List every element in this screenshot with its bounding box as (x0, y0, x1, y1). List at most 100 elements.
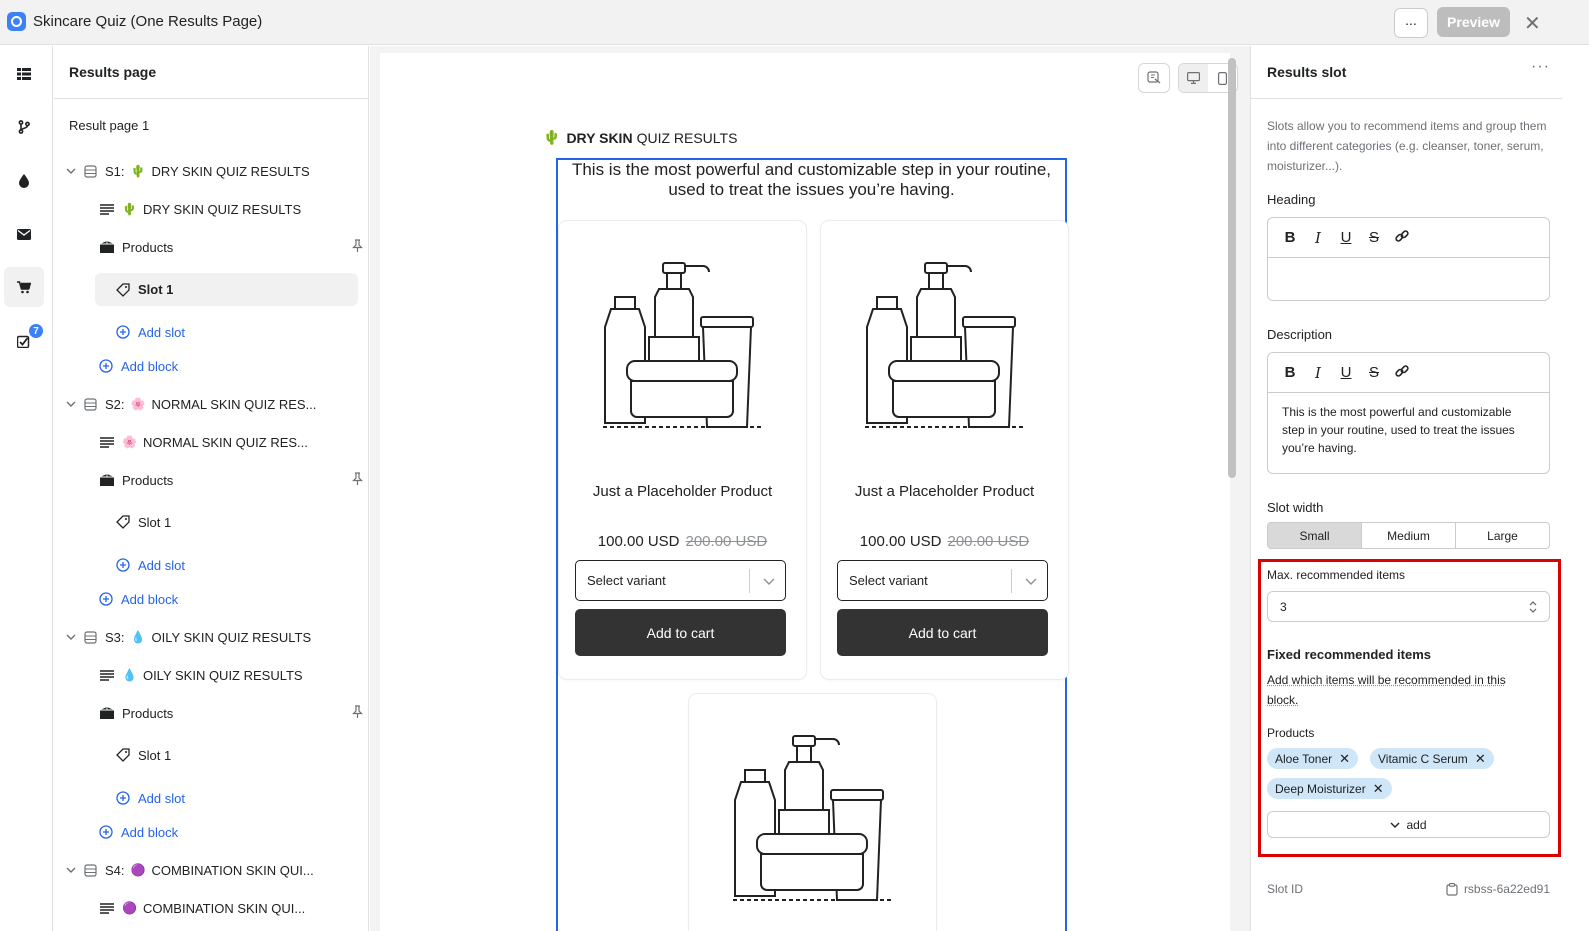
plus-circle-icon (99, 359, 113, 373)
slot-width-large[interactable]: Large (1456, 523, 1549, 548)
add-product-button[interactable]: add (1267, 811, 1550, 838)
strikethrough-button[interactable]: S (1367, 229, 1381, 246)
section-title: NORMAL SKIN QUIZ RES... (151, 396, 317, 412)
pin-icon[interactable] (352, 239, 363, 256)
description-input[interactable]: This is the most powerful and customizab… (1268, 393, 1549, 467)
checklist-icon[interactable]: 7 (4, 321, 44, 361)
app-logo-icon (7, 12, 26, 31)
text-block-row[interactable]: 🌸 NORMAL SKIN QUIZ RES... (100, 426, 368, 458)
canvas-scrollbar[interactable] (1228, 58, 1236, 478)
pin-icon[interactable] (352, 472, 363, 489)
text-block-row[interactable]: 🌵 DRY SKIN QUIZ RESULTS (100, 193, 368, 225)
italic-button[interactable]: I (1311, 229, 1325, 247)
stepper-icon[interactable] (1528, 599, 1538, 615)
add-to-cart-button[interactable]: Add to cart (837, 609, 1048, 656)
slot-label: Slot 1 (138, 282, 174, 297)
view-toolbar (1138, 63, 1238, 93)
cart-icon[interactable] (4, 267, 44, 307)
copy-icon[interactable] (1446, 882, 1458, 896)
droplet-emoji-icon: 💧 (122, 668, 137, 682)
product-name: Just a Placeholder Product (854, 483, 1035, 500)
product-card[interactable]: Just a Placeholder Product 100.00 USD 200… (559, 221, 806, 679)
add-block-link[interactable]: Add block (99, 350, 368, 382)
inspect-icon[interactable] (1138, 63, 1170, 93)
result-page-label[interactable]: Result page 1 (69, 109, 368, 141)
products-block-row[interactable]: Products (100, 231, 368, 263)
text-block-row[interactable]: 💧 OILY SKIN QUIZ RESULTS (100, 659, 368, 691)
section-icon (84, 164, 97, 178)
slot-row[interactable]: Slot 1 (116, 506, 368, 538)
chevron-down-icon[interactable] (66, 166, 76, 176)
remove-chip-icon[interactable]: ✕ (1475, 751, 1486, 767)
italic-button[interactable]: I (1311, 364, 1325, 382)
text-lines-icon (100, 902, 114, 914)
section-row-s2[interactable]: S2: 🌸 NORMAL SKIN QUIZ RES... (66, 388, 368, 420)
variant-select[interactable]: Select variant (575, 560, 786, 601)
strikethrough-button[interactable]: S (1367, 364, 1381, 381)
slot-width-medium[interactable]: Medium (1362, 523, 1456, 548)
settings-header: Results slot ··· (1251, 46, 1562, 99)
flower-icon: 🌸 (122, 435, 137, 449)
underline-button[interactable]: U (1339, 229, 1353, 246)
chevron-down-icon[interactable] (66, 399, 76, 409)
bold-button[interactable]: B (1283, 229, 1297, 246)
slot-id-value[interactable]: rsbss-6a22ed91 (1446, 882, 1550, 896)
section-row-s1[interactable]: S1: 🌵 DRY SKIN QUIZ RESULTS (66, 155, 368, 187)
section-icon (84, 630, 97, 644)
heading-input[interactable] (1268, 258, 1549, 278)
text-block-row[interactable]: 🟣 COMBINATION SKIN QUI... (100, 892, 368, 924)
slot-row[interactable]: Slot 1 (116, 739, 368, 771)
link-icon[interactable] (1395, 229, 1409, 247)
desktop-icon[interactable] (1179, 64, 1208, 92)
add-slot-link[interactable]: Add slot (116, 316, 368, 348)
variant-select[interactable]: Select variant (837, 560, 1048, 601)
add-to-cart-button[interactable]: Add to cart (575, 609, 786, 656)
add-slot-link[interactable]: Add slot (116, 549, 368, 581)
underline-button[interactable]: U (1339, 364, 1353, 381)
product-chip: Deep Moisturizer ✕ (1267, 778, 1392, 799)
slot-width-small[interactable]: Small (1268, 523, 1362, 548)
slot-description: This is the most powerful and customizab… (571, 160, 1052, 199)
more-options-icon[interactable]: ··· (1531, 58, 1550, 76)
product-image (865, 262, 1025, 428)
close-icon[interactable]: ✕ (1524, 11, 1541, 36)
result-heading-bold: DRY SKIN (566, 129, 633, 146)
more-actions-button[interactable]: ... (1394, 8, 1428, 38)
chevron-down-icon[interactable] (66, 632, 76, 642)
mail-icon[interactable] (4, 214, 44, 254)
section-row-s3[interactable]: S3: 💧 OILY SKIN QUIZ RESULTS (66, 621, 368, 653)
max-items-label: Max. recommended items (1267, 568, 1406, 582)
selected-slot-frame[interactable]: This is the most powerful and customizab… (556, 158, 1068, 931)
droplet-emoji-icon: 💧 (130, 630, 146, 644)
add-block-link[interactable]: Add block (99, 583, 368, 615)
tree-header: Results page (54, 46, 368, 99)
heading-editor[interactable]: B I U S (1267, 217, 1550, 301)
section-row-s4[interactable]: S4: 🟣 COMBINATION SKIN QUI... (66, 854, 368, 886)
product-card[interactable]: Just a Placeholder Product 100.00 USD 200… (821, 221, 1068, 679)
droplet-icon[interactable] (4, 161, 44, 201)
product-card[interactable] (689, 694, 936, 931)
preview-button[interactable]: Preview (1437, 7, 1510, 37)
add-slot-link[interactable]: Add slot (116, 782, 368, 814)
link-icon[interactable] (1395, 364, 1409, 382)
branch-icon[interactable] (4, 107, 44, 147)
text-lines-icon (100, 436, 114, 448)
product-chip: Aloe Toner ✕ (1267, 748, 1359, 769)
chevron-down-icon (763, 578, 775, 585)
products-block-row[interactable]: Products (100, 697, 368, 729)
settings-intro: Slots allow you to recommend items and g… (1267, 119, 1547, 173)
products-label: Products (122, 472, 174, 488)
description-editor[interactable]: B I U S This is the most powerful and cu… (1267, 352, 1550, 474)
slot-row-active[interactable]: Slot 1 (95, 273, 358, 306)
products-label: Products (122, 239, 174, 255)
heading-toolbar: B I U S (1268, 218, 1549, 258)
add-block-link[interactable]: Add block (99, 816, 368, 848)
grid-icon[interactable] (4, 54, 44, 94)
bold-button[interactable]: B (1283, 364, 1297, 381)
products-block-row[interactable]: Products (100, 464, 368, 496)
chevron-down-icon[interactable] (66, 865, 76, 875)
pin-icon[interactable] (352, 705, 363, 722)
max-items-input[interactable]: 3 (1267, 591, 1550, 622)
remove-chip-icon[interactable]: ✕ (1339, 751, 1350, 767)
remove-chip-icon[interactable]: ✕ (1373, 781, 1384, 797)
